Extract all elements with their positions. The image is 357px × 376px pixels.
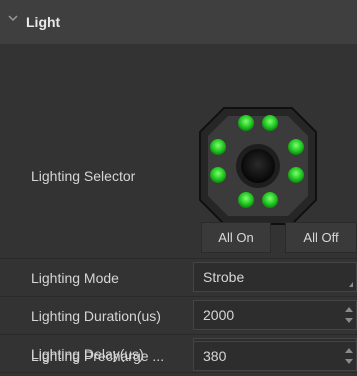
lighting-mode-row: Lighting Mode Strobe — [0, 258, 357, 296]
spin-up-icon[interactable] — [345, 307, 353, 312]
led-icon — [288, 139, 304, 155]
spin-down-icon[interactable] — [345, 359, 353, 364]
led-icon — [210, 139, 226, 155]
lighting-mode-label: Lighting Mode — [31, 270, 119, 286]
led-icon — [262, 192, 278, 208]
chevron-down-icon[interactable] — [7, 12, 19, 24]
lighting-duration-input[interactable]: 2000 — [193, 300, 357, 330]
lighting-precharge-value: 380 — [203, 348, 227, 364]
lighting-duration-value: 2000 — [203, 307, 235, 323]
spin-up-icon[interactable] — [345, 348, 353, 353]
lighting-mode-value: Strobe — [203, 269, 245, 285]
led-icon — [210, 167, 226, 183]
section-header-light[interactable]: Light — [0, 0, 357, 44]
all-off-button[interactable]: All Off — [285, 222, 357, 253]
lighting-selector-label: Lighting Selector — [31, 168, 136, 184]
lighting-precharge-row: Lighting Precharge ... 380 — [0, 334, 357, 376]
section-title: Light — [26, 14, 61, 30]
lighting-mode-dropdown[interactable]: Strobe — [193, 262, 357, 292]
dropdown-arrow-icon[interactable] — [349, 282, 353, 287]
lighting-precharge-input[interactable]: 380 — [193, 341, 357, 371]
led-icon — [238, 115, 254, 131]
led-icon — [262, 115, 278, 131]
lighting-selector-lamp[interactable] — [196, 104, 320, 228]
light-settings-panel: Lighting Selector All On All Off Lightin… — [0, 44, 357, 376]
lighting-precharge-label: Lighting Precharge ... — [31, 348, 165, 364]
all-on-button[interactable]: All On — [201, 222, 271, 253]
lighting-duration-row: Lighting Duration(us) 2000 — [0, 296, 357, 334]
led-icon — [288, 167, 304, 183]
led-icon — [238, 192, 254, 208]
lighting-duration-label: Lighting Duration(us) — [31, 308, 161, 324]
spin-down-icon[interactable] — [345, 318, 353, 323]
